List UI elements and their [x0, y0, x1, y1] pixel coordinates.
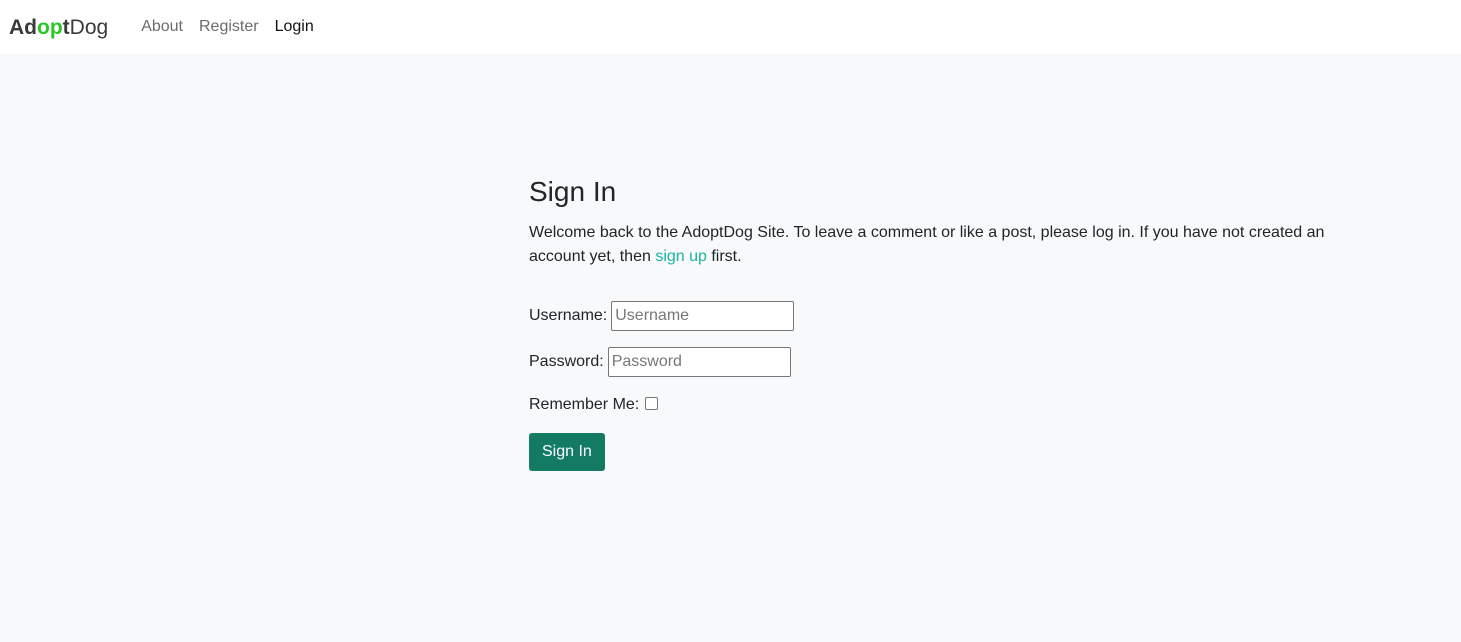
nav-link-login[interactable]: Login	[275, 18, 314, 36]
sign-in-button[interactable]: Sign In	[529, 433, 605, 471]
brand-logo[interactable]: Ad op t Dog	[9, 16, 108, 40]
brand-text-part1: Ad	[9, 15, 37, 39]
username-label: Username:	[529, 307, 608, 324]
brand-text-accent: op	[37, 15, 63, 39]
intro-text-after: first.	[706, 248, 742, 265]
password-row: Password:	[529, 347, 1369, 377]
remember-row: Remember Me:	[529, 393, 1369, 417]
brand-text-part3: Dog	[69, 15, 109, 39]
sign-up-link[interactable]: sign up	[655, 248, 707, 265]
navbar: Ad op t Dog About Register Login	[0, 0, 1461, 54]
nav-link-about[interactable]: About	[141, 18, 183, 36]
intro-text: Welcome back to the AdoptDog Site. To le…	[529, 221, 1349, 269]
brand-text-part2: t	[62, 15, 70, 39]
remember-label: Remember Me:	[529, 396, 640, 413]
remember-checkbox[interactable]	[645, 396, 659, 410]
page-title: Sign In	[529, 176, 617, 207]
password-label: Password:	[529, 353, 604, 370]
login-form: Username: Password: Remember Me: Sign In	[529, 301, 1369, 471]
nav-links: About Register Login	[141, 18, 330, 36]
username-row: Username:	[529, 301, 1369, 331]
intro-text-before: Welcome back to the AdoptDog Site. To le…	[529, 224, 1325, 265]
password-input[interactable]	[607, 347, 791, 377]
main-content: Sign In Welcome back to the AdoptDog Sit…	[529, 175, 1369, 471]
nav-link-register[interactable]: Register	[199, 18, 259, 36]
username-input[interactable]	[611, 301, 795, 331]
